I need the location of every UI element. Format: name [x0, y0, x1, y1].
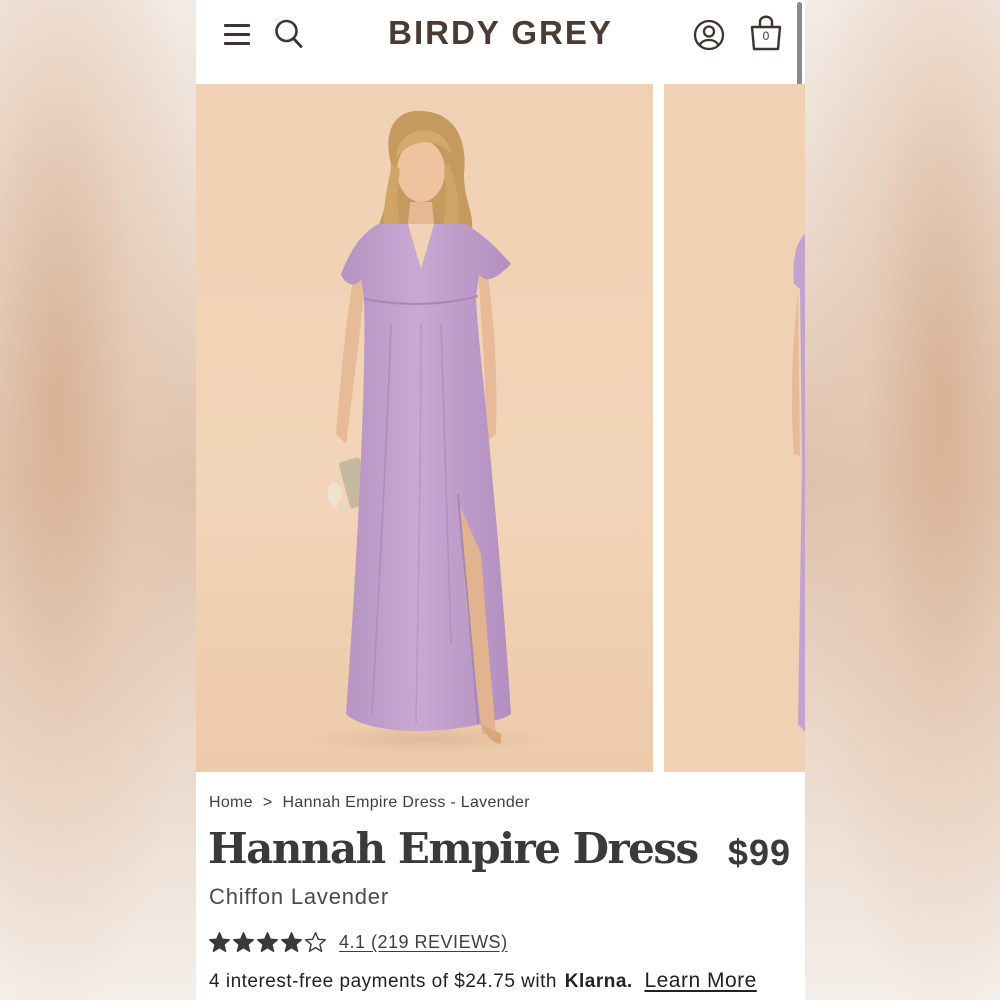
- star-filled-icon: [281, 931, 302, 952]
- star-filled-icon: [209, 931, 230, 952]
- breadcrumb: Home > Hannah Empire Dress - Lavender: [209, 794, 530, 812]
- product-image-next[interactable]: [664, 84, 805, 772]
- cart-count-badge: 0: [762, 29, 770, 43]
- product-image-main[interactable]: [196, 84, 653, 772]
- mobile-page: BIRDY GREY 0 Home > Hannah Empire Dress …: [196, 0, 805, 1000]
- breadcrumb-separator: >: [262, 794, 273, 811]
- model-illustration-partial: [664, 84, 805, 772]
- star-rating: [208, 931, 327, 954]
- klarna-logo: Klarna.: [564, 971, 633, 992]
- product-image-gallery[interactable]: [196, 84, 805, 772]
- star-filled-icon: [233, 931, 254, 952]
- shopping-bag-icon[interactable]: 0: [749, 14, 783, 52]
- breadcrumb-home-link[interactable]: Home: [209, 794, 253, 811]
- site-header: BIRDY GREY 0: [196, 0, 805, 84]
- background-blur-left: [0, 0, 196, 1000]
- payments-text: 4 interest-free payments of $24.75 with: [209, 971, 557, 992]
- star-filled-icon: [257, 931, 278, 952]
- rating-row: 4.1 (219 REVIEWS): [208, 929, 508, 955]
- product-fabric-color: Chiffon Lavender: [209, 884, 389, 909]
- account-icon[interactable]: [693, 19, 725, 51]
- model-illustration: [196, 84, 653, 772]
- background-blur-right: [805, 0, 1000, 1000]
- product-title: Hannah Empire Dress: [208, 824, 699, 873]
- klarna-payment-message: 4 interest-free payments of $24.75 with …: [209, 969, 757, 993]
- breadcrumb-current[interactable]: Hannah Empire Dress - Lavender: [283, 794, 530, 811]
- product-price: $99: [727, 832, 791, 873]
- reviews-link[interactable]: 4.1 (219 REVIEWS): [339, 932, 508, 953]
- learn-more-link[interactable]: Learn More: [644, 969, 756, 992]
- star-empty-icon: [305, 931, 326, 952]
